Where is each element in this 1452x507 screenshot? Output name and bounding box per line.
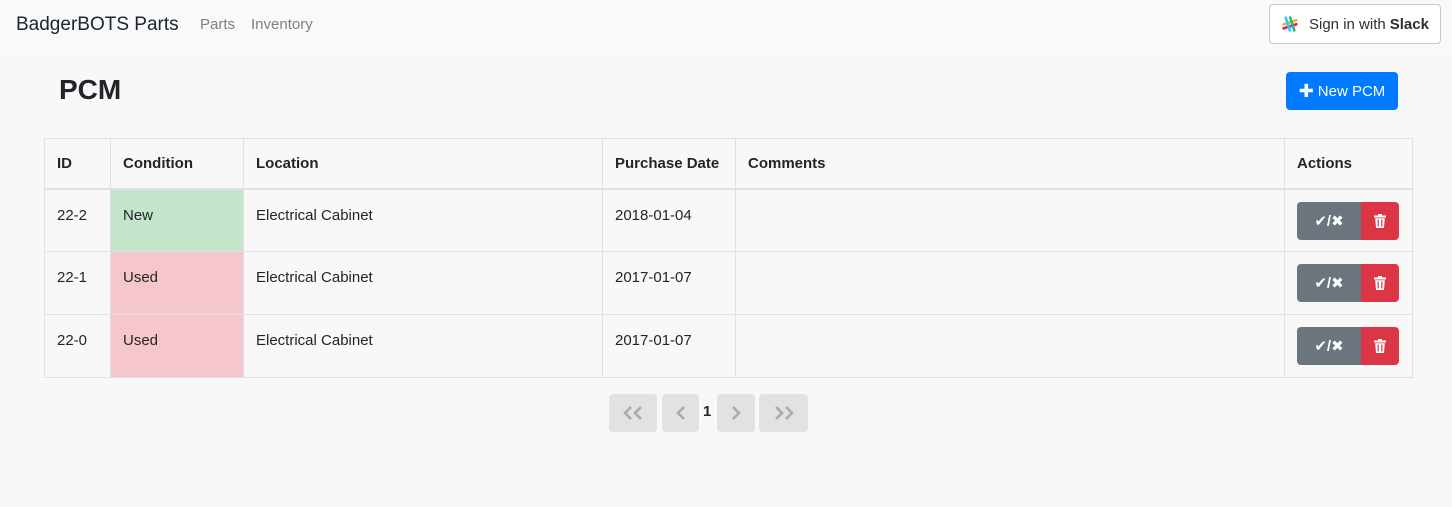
- action-buttons: ✔/✖: [1297, 327, 1400, 365]
- cell-condition: Used: [110, 251, 244, 315]
- brand[interactable]: BadgerBOTS Parts: [16, 12, 179, 38]
- cell-id: 22-0: [44, 314, 111, 378]
- column-header-id[interactable]: ID: [44, 138, 111, 190]
- table-row: 22-1 Used Electrical Cabinet 2017-01-07 …: [44, 251, 1413, 315]
- pagination: 1: [0, 394, 1452, 432]
- double-chevron-left-icon: [623, 406, 642, 420]
- toggle-condition-button[interactable]: ✔/✖: [1297, 327, 1361, 365]
- first-page-button[interactable]: [609, 394, 657, 432]
- table-row: 22-2 New Electrical Cabinet 2018-01-04 ✔…: [44, 188, 1413, 252]
- parts-table: ID Condition Location Purchase Date Comm…: [44, 138, 1413, 378]
- cell-actions: ✔/✖: [1284, 314, 1413, 378]
- delete-button[interactable]: [1361, 201, 1399, 240]
- nav-link-parts[interactable]: Parts: [200, 15, 235, 35]
- table-row: 22-0 Used Electrical Cabinet 2017-01-07 …: [44, 314, 1413, 378]
- trash-icon: [1374, 213, 1386, 228]
- delete-button[interactable]: [1361, 264, 1399, 302]
- plus-icon: ✚: [1298, 80, 1314, 101]
- nav-link-inventory[interactable]: Inventory: [251, 15, 313, 35]
- cell-comments: [735, 251, 1285, 315]
- sign-in-slack-button[interactable]: Sign in with Slack: [1269, 4, 1441, 44]
- check-cross-icon: ✔/✖: [1314, 275, 1344, 292]
- cell-location: Electrical Cabinet: [243, 251, 603, 315]
- cell-condition: Used: [110, 314, 244, 378]
- toggle-condition-button[interactable]: ✔/✖: [1297, 201, 1361, 240]
- column-header-condition[interactable]: Condition: [110, 138, 244, 190]
- delete-button[interactable]: [1361, 327, 1399, 365]
- cell-condition: New: [110, 188, 244, 252]
- column-header-comments[interactable]: Comments: [735, 138, 1285, 190]
- toggle-condition-button[interactable]: ✔/✖: [1297, 264, 1361, 302]
- double-chevron-right-icon: [774, 406, 794, 420]
- slack-button-prefix: Sign in with: [1309, 15, 1386, 33]
- slack-icon: [1282, 16, 1298, 32]
- cell-id: 22-2: [44, 188, 111, 252]
- next-page-button[interactable]: [717, 394, 755, 432]
- action-buttons: ✔/✖: [1297, 264, 1400, 302]
- cell-actions: ✔/✖: [1284, 251, 1413, 315]
- table-header-row: ID Condition Location Purchase Date Comm…: [44, 138, 1413, 190]
- cell-location: Electrical Cabinet: [243, 314, 603, 378]
- navbar: BadgerBOTS Parts Parts Inventory Sign in…: [0, 0, 1452, 50]
- check-cross-icon: ✔/✖: [1314, 338, 1344, 355]
- new-pcm-button[interactable]: ✚ New PCM: [1286, 72, 1398, 110]
- last-page-button[interactable]: [759, 394, 808, 432]
- cell-location: Electrical Cabinet: [243, 188, 603, 252]
- slack-button-label: Slack: [1389, 15, 1429, 33]
- cell-comments: [735, 314, 1285, 378]
- column-header-location[interactable]: Location: [243, 138, 603, 190]
- chevron-left-icon: [675, 406, 685, 420]
- page-title: PCM: [59, 74, 122, 105]
- trash-icon: [1374, 276, 1386, 290]
- new-pcm-label: New PCM: [1317, 82, 1386, 100]
- previous-page-button[interactable]: [662, 394, 699, 432]
- cell-purchase-date: 2017-01-07: [602, 314, 736, 378]
- column-header-purchase-date[interactable]: Purchase Date: [602, 138, 736, 190]
- current-page-number: 1: [703, 403, 712, 420]
- cell-comments: [735, 188, 1285, 252]
- cell-actions: ✔/✖: [1284, 188, 1413, 252]
- cell-id: 22-1: [44, 251, 111, 315]
- chevron-right-icon: [732, 406, 741, 420]
- column-header-actions: Actions: [1284, 138, 1413, 190]
- check-cross-icon: ✔/✖: [1314, 212, 1344, 230]
- cell-purchase-date: 2018-01-04: [602, 188, 736, 252]
- action-buttons: ✔/✖: [1297, 201, 1400, 240]
- cell-purchase-date: 2017-01-07: [602, 251, 736, 315]
- trash-icon: [1374, 339, 1386, 353]
